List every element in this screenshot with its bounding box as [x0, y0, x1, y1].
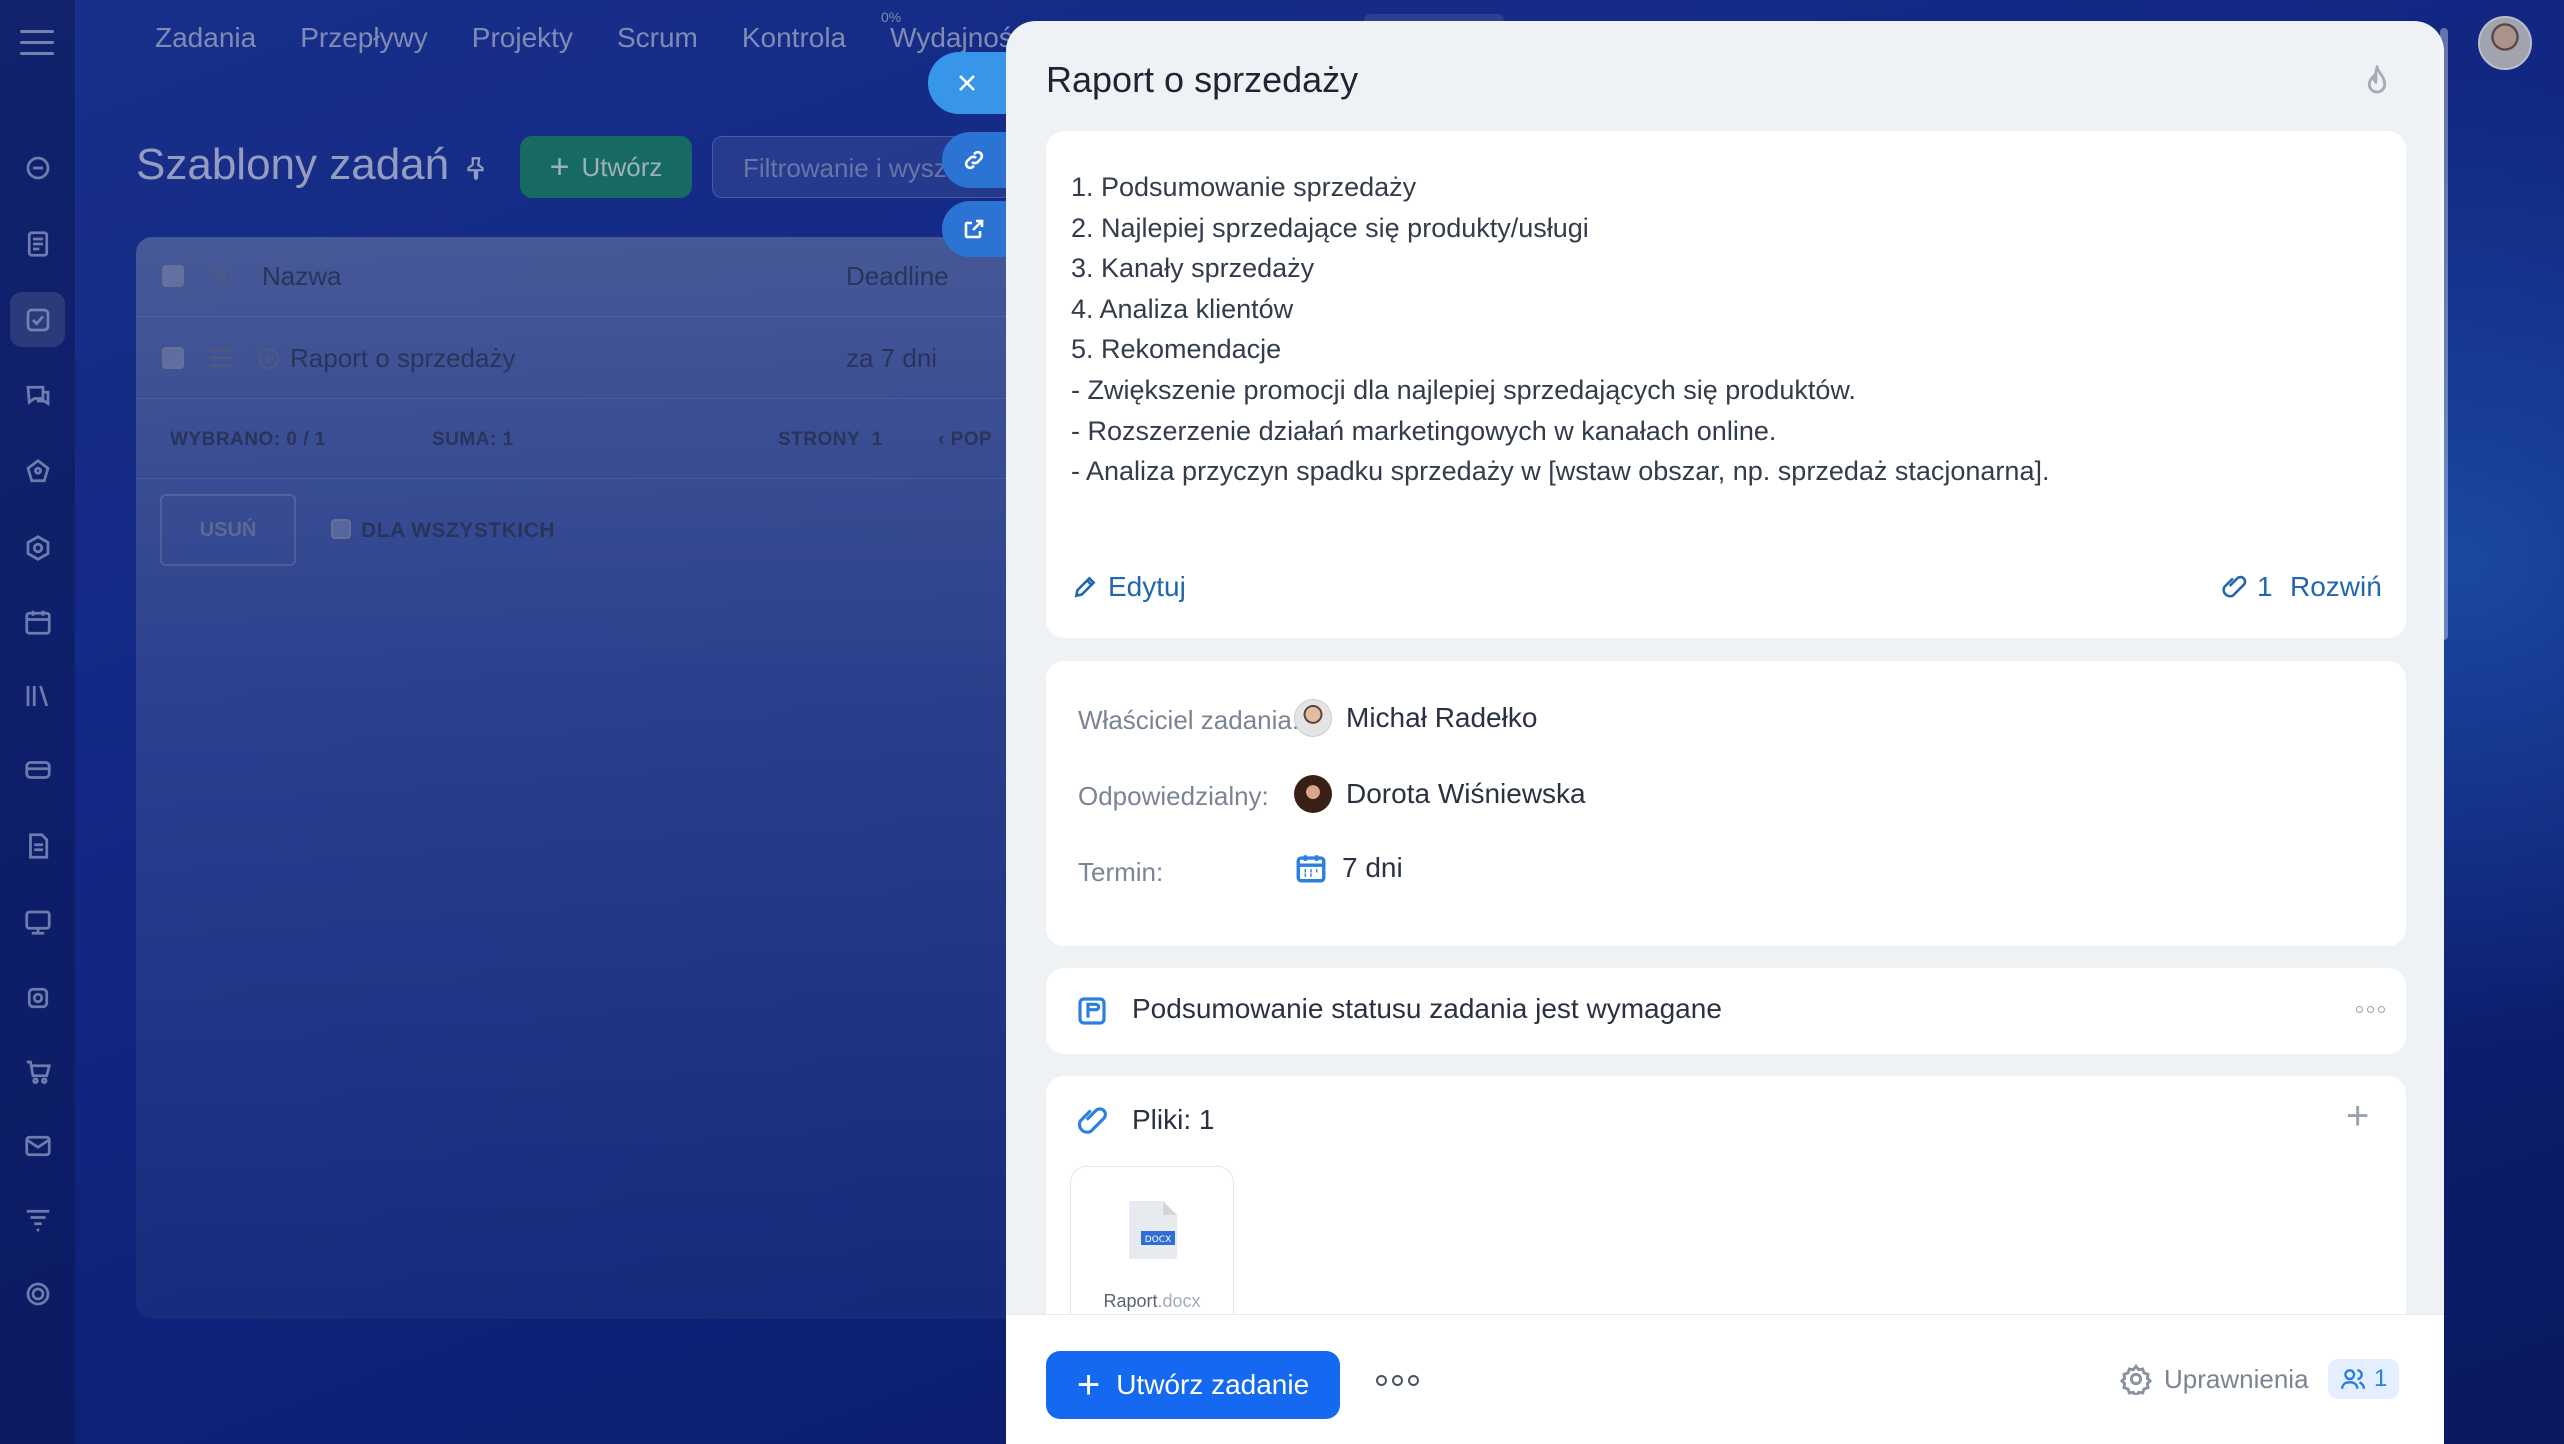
- owner-label: Właściciel zadania:: [1078, 705, 1300, 735]
- owner-name: Michał Radełko: [1346, 702, 1538, 733]
- attachments-count: 1: [2257, 571, 2273, 602]
- description-line: - Rozszerzenie działań marketingowych w …: [1071, 415, 1777, 446]
- responsible-avatar: [1294, 775, 1332, 813]
- deadline-text: 7 dni: [1342, 852, 1403, 883]
- pencil-icon: [1074, 576, 1096, 598]
- open-new-window-button[interactable]: [942, 201, 1006, 257]
- task-meta-card: Właściciel zadania: Michał Radełko Odpow…: [1046, 661, 2406, 946]
- flame-icon[interactable]: [2361, 65, 2393, 101]
- description-text: 1. Podsumowanie sprzedaży 2. Najlepiej s…: [1071, 167, 2049, 492]
- description-line: 2. Najlepiej sprzedające się produkty/us…: [1071, 212, 1589, 243]
- plus-icon: +: [1076, 1363, 1101, 1407]
- slider-scrollbar[interactable]: [2440, 28, 2448, 640]
- permissions-label: Uprawnienia: [2164, 1363, 2309, 1394]
- file-tile[interactable]: DOCX Raport.docx: [1070, 1166, 1234, 1328]
- users-icon: [2340, 1369, 2366, 1389]
- flag-box-icon: [1078, 997, 1106, 1025]
- responsible-label: Odpowiedzialny:: [1078, 781, 1269, 811]
- create-task-label: Utwórz zadanie: [1116, 1369, 1310, 1400]
- description-line: - Zwiększenie promocji dla najlepiej spr…: [1071, 374, 1856, 405]
- permissions-count-badge[interactable]: 1: [2328, 1359, 2400, 1399]
- description-card: 1. Podsumowanie sprzedaży 2. Najlepiej s…: [1046, 131, 2406, 638]
- permissions-button[interactable]: Uprawnienia: [2120, 1363, 2309, 1395]
- template-slider: Raport o sprzedaży 1. Podsumowanie sprze…: [1006, 21, 2444, 1444]
- edit-label: Edytuj: [1108, 571, 1186, 602]
- expand-button[interactable]: Rozwiń: [2290, 571, 2382, 603]
- slider-title: Raport o sprzedaży: [1046, 59, 1359, 100]
- owner-avatar: [1294, 699, 1332, 737]
- paperclip-icon: [1077, 1107, 1107, 1134]
- status-more-icon[interactable]: [2356, 1006, 2385, 1013]
- permissions-count: 1: [2374, 1365, 2388, 1392]
- close-icon: [959, 75, 975, 91]
- calendar-icon: [1296, 855, 1326, 883]
- edit-description-button[interactable]: Edytuj: [1072, 571, 1186, 603]
- gear-icon: [2120, 1363, 2152, 1395]
- description-line: 4. Analiza klientów: [1071, 293, 1294, 324]
- link-icon: [964, 150, 984, 170]
- status-summary-text: Podsumowanie statusu zadania jest wymaga…: [1132, 993, 1722, 1024]
- responsible-value[interactable]: Dorota Wiśniewska: [1294, 775, 1586, 813]
- copy-link-button[interactable]: [942, 132, 1006, 188]
- docx-badge: DOCX: [1145, 1235, 1171, 1245]
- files-title: Pliki: 1: [1132, 1104, 1215, 1135]
- close-slider-button[interactable]: [928, 52, 1006, 114]
- file-name: Raport.docx: [1103, 1291, 1201, 1311]
- create-task-button[interactable]: + Utwórz zadanie: [1046, 1351, 1340, 1419]
- footer-more-icon[interactable]: [1376, 1375, 1419, 1386]
- external-link-icon: [964, 219, 984, 239]
- description-line: 1. Podsumowanie sprzedaży: [1071, 172, 1417, 202]
- status-summary-card[interactable]: Podsumowanie statusu zadania jest wymaga…: [1046, 968, 2406, 1054]
- owner-value[interactable]: Michał Radełko: [1294, 699, 1537, 737]
- deadline-value[interactable]: 7 dni: [1294, 851, 1403, 885]
- description-line: 3. Kanały sprzedaży: [1071, 253, 1315, 284]
- description-line: - Analiza przyczyn spadku sprzedaży w [w…: [1071, 456, 2050, 487]
- deadline-label: Termin:: [1078, 857, 1164, 887]
- slider-footer: + Utwórz zadanie Uprawnienia 1: [1006, 1314, 2444, 1444]
- description-line: 5. Rekomendacje: [1071, 334, 1282, 365]
- paperclip-icon: [2222, 575, 2247, 598]
- docx-file-icon: DOCX: [1129, 1201, 1177, 1259]
- attachments-counter[interactable]: 1: [2221, 571, 2273, 603]
- responsible-name: Dorota Wiśniewska: [1346, 778, 1586, 809]
- add-file-icon[interactable]: +: [2346, 1094, 2369, 1139]
